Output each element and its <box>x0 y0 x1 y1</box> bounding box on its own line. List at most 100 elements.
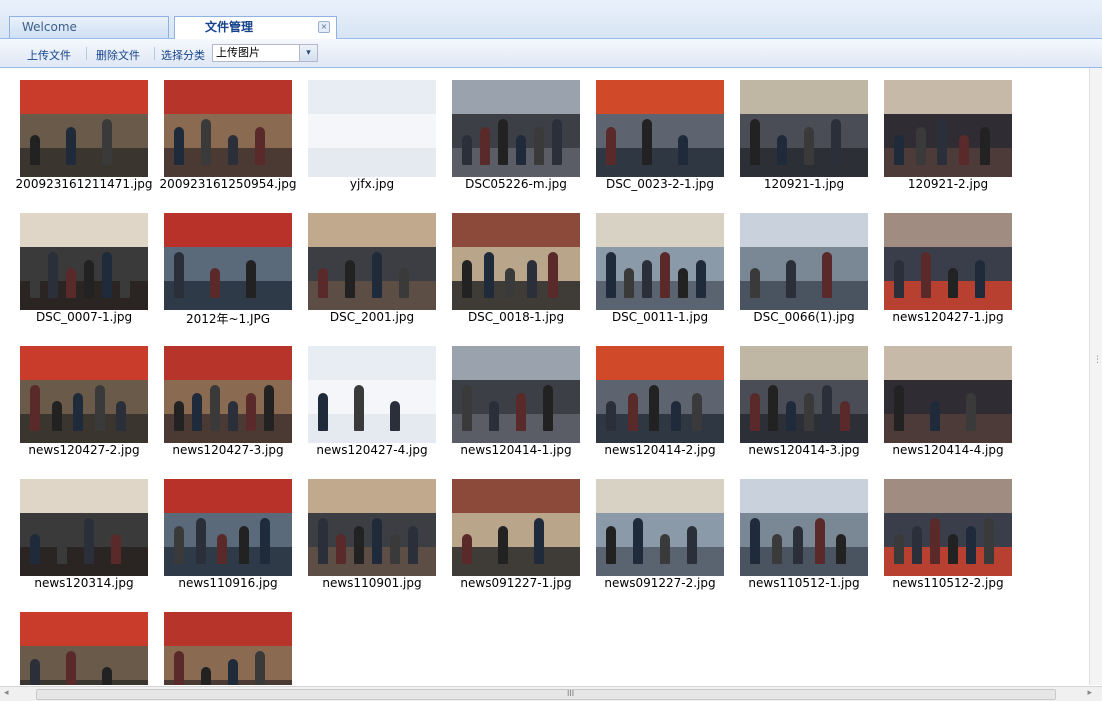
file-name: DSC_0023-2-1.jpg <box>605 177 715 191</box>
file-thumbnail[interactable]: news110512-1.jpg <box>721 467 868 591</box>
file-thumbnail[interactable]: news120314.jpg <box>1 467 148 591</box>
file-thumbnail[interactable]: news091227-2.jpg <box>577 467 724 591</box>
file-name: news110901.jpg <box>322 576 422 590</box>
scroll-left-icon[interactable]: ◂ <box>4 688 9 698</box>
file-name: DSC_0066(1).jpg <box>753 310 855 324</box>
file-thumbnail[interactable]: news120427-3.jpg <box>145 334 292 458</box>
file-name: DSC_0018-1.jpg <box>467 310 565 324</box>
thumbnail-image <box>452 213 580 310</box>
file-name: DSC_0007-1.jpg <box>35 310 133 324</box>
file-thumbnail[interactable]: DSC_0018-1.jpg <box>433 201 580 325</box>
file-thumbnail[interactable]: news110512-2.jpg <box>865 467 1012 591</box>
file-name: news110512-1.jpg <box>748 576 860 590</box>
close-icon[interactable]: × <box>318 21 330 33</box>
thumbnail-image <box>164 213 292 310</box>
thumbnail-image <box>740 479 868 576</box>
thumbnail-image <box>596 479 724 576</box>
thumbnail-image <box>884 80 1012 177</box>
file-name: news120414-1.jpg <box>460 443 572 457</box>
thumbnail-image <box>884 346 1012 443</box>
tab-welcome[interactable]: Welcome <box>9 16 169 38</box>
file-thumbnail[interactable]: news120427-1.jpg <box>865 201 1012 325</box>
tab-welcome-label: Welcome <box>22 20 77 34</box>
tab-strip: Welcome 文件管理 × <box>0 0 1102 39</box>
thumbnail-image <box>164 80 292 177</box>
thumbnail-image <box>20 612 148 685</box>
scrollbar-grip-icon: ⋮ <box>1093 355 1102 365</box>
thumbnail-image <box>740 213 868 310</box>
thumbnail-image <box>20 80 148 177</box>
thumbnail-image <box>884 479 1012 576</box>
thumbnail-image <box>164 612 292 685</box>
file-name: news120427-4.jpg <box>316 443 428 457</box>
file-thumbnail[interactable]: 200923161211471.jpg <box>1 68 152 192</box>
file-thumbnail[interactable]: DSC_0011-1.jpg <box>577 201 724 325</box>
file-thumbnail[interactable]: 2012年~1.JPG <box>145 201 292 326</box>
file-thumbnail[interactable]: news120414-2.jpg <box>577 334 724 458</box>
thumbnail-image <box>596 346 724 443</box>
file-thumbnail[interactable]: news120427-4.jpg <box>289 334 436 458</box>
thumbnail-image <box>596 213 724 310</box>
thumbnail-image <box>308 346 436 443</box>
tab-file-management[interactable]: 文件管理 × <box>174 16 337 39</box>
thumbnail-image <box>452 346 580 443</box>
thumbnail-image <box>452 479 580 576</box>
file-thumbnail[interactable]: news110916.jpg <box>145 467 292 591</box>
file-thumbnail[interactable]: DSC_0007-1.jpg <box>1 201 148 325</box>
file-name: news110512-2.jpg <box>892 576 1004 590</box>
file-name: news120427-3.jpg <box>172 443 284 457</box>
category-label: 选择分类 <box>161 49 205 62</box>
toolbar: 上传文件 删除文件 选择分类 上传图片 ▾ <box>0 39 1102 68</box>
file-name: news120414-4.jpg <box>892 443 1004 457</box>
file-thumbnail[interactable]: news120414-3.jpg <box>721 334 868 458</box>
thumbnail-image <box>740 346 868 443</box>
thumbnail-image <box>164 479 292 576</box>
thumbnail-image <box>20 346 148 443</box>
file-thumbnail[interactable]: news120414-1.jpg <box>433 334 580 458</box>
scrollbar-thumb[interactable]: III <box>36 689 1056 700</box>
file-grid: 200923161211471.jpg 200923161250954.jpg yj… <box>1 68 1087 685</box>
chevron-down-icon[interactable]: ▾ <box>299 45 317 61</box>
file-name: news091227-2.jpg <box>604 576 716 590</box>
file-thumbnail[interactable]: 120921-2.jpg <box>865 68 1012 192</box>
file-name: news091227-1.jpg <box>460 576 572 590</box>
upload-file-button[interactable]: 上传文件 <box>27 47 71 63</box>
file-thumbnail[interactable] <box>145 600 292 685</box>
file-name: 200923161250954.jpg <box>159 177 297 191</box>
file-thumbnail[interactable]: DSC_2001.jpg <box>289 201 436 325</box>
thumbnail-image <box>596 80 724 177</box>
vertical-scrollbar[interactable]: ⋮ <box>1089 68 1102 685</box>
file-name: news120414-3.jpg <box>748 443 860 457</box>
thumbnail-image <box>20 479 148 576</box>
file-thumbnail[interactable]: news120414-4.jpg <box>865 334 1012 458</box>
file-thumbnail[interactable]: DSC_0066(1).jpg <box>721 201 868 325</box>
category-select[interactable]: 上传图片 ▾ <box>212 44 318 62</box>
horizontal-scrollbar[interactable]: ◂ III ▸ <box>0 686 1102 701</box>
file-thumbnail[interactable]: DSC_0023-2-1.jpg <box>577 68 724 192</box>
thumbnail-image <box>20 213 148 310</box>
file-name: DSC05226-m.jpg <box>465 177 567 191</box>
thumbnail-image <box>308 479 436 576</box>
toolbar-separator <box>86 47 87 60</box>
file-thumbnail[interactable]: yjfx.jpg <box>289 68 436 192</box>
file-name: DSC_0011-1.jpg <box>611 310 709 324</box>
file-name: 120921-1.jpg <box>763 177 845 191</box>
file-thumbnail[interactable]: news120427-2.jpg <box>1 334 148 458</box>
toolbar-separator <box>154 47 155 60</box>
file-thumbnail[interactable] <box>1 600 148 685</box>
thumbnail-image <box>308 213 436 310</box>
file-thumbnail[interactable]: 200923161250954.jpg <box>145 68 296 192</box>
file-name: 2012年~1.JPG <box>185 312 271 326</box>
file-name: 120921-2.jpg <box>907 177 989 191</box>
file-thumbnail[interactable]: 120921-1.jpg <box>721 68 868 192</box>
file-thumbnail[interactable]: news091227-1.jpg <box>433 467 580 591</box>
tab-file-management-label: 文件管理 <box>205 20 254 34</box>
scroll-right-icon[interactable]: ▸ <box>1087 688 1092 698</box>
file-name: news120427-1.jpg <box>892 310 1004 324</box>
file-name: news120314.jpg <box>34 576 134 590</box>
file-thumbnail[interactable]: DSC05226-m.jpg <box>433 68 580 192</box>
thumbnail-image <box>740 80 868 177</box>
delete-file-button[interactable]: 删除文件 <box>96 47 140 63</box>
file-name: DSC_2001.jpg <box>329 310 415 324</box>
file-thumbnail[interactable]: news110901.jpg <box>289 467 436 591</box>
